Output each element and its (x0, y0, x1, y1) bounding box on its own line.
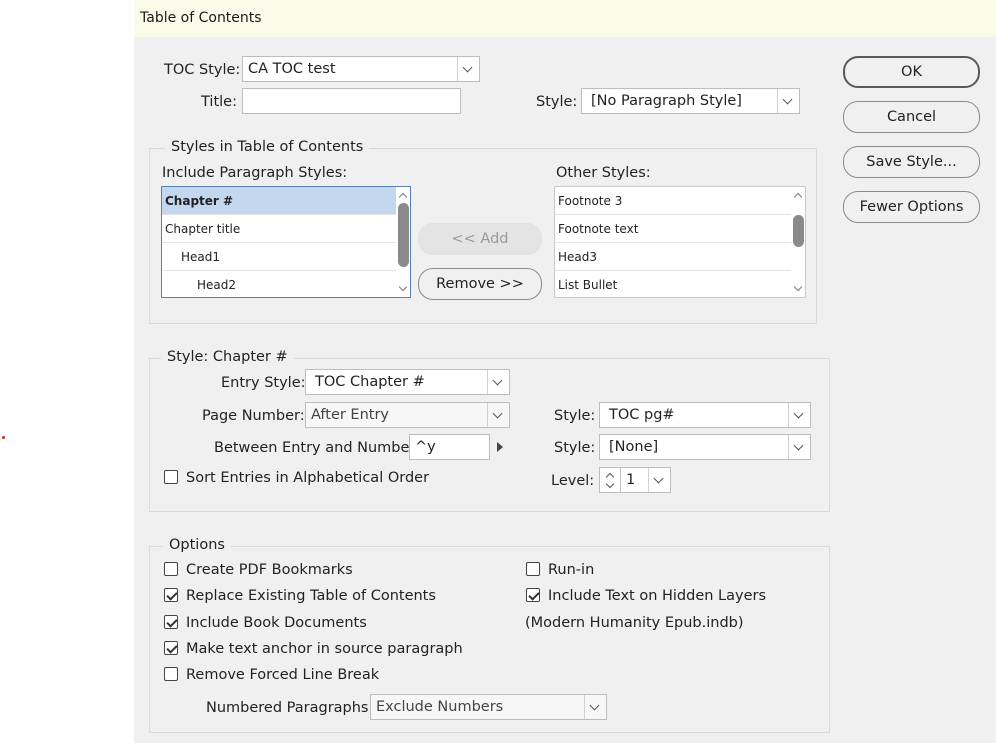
remove-forced-line-break-label: Remove Forced Line Break (186, 667, 380, 683)
text-anchor-label: Make text anchor in source paragraph (186, 641, 463, 657)
save-style-button[interactable]: Save Style... (843, 146, 980, 178)
scroll-down-icon[interactable] (398, 282, 408, 292)
list-item[interactable]: Chapter title (162, 215, 396, 243)
between-style-value: [None] (609, 439, 659, 455)
list-item[interactable]: Head3 (555, 243, 791, 271)
replace-existing-checkbox[interactable] (164, 588, 178, 602)
run-in-checkbox[interactable] (526, 562, 540, 576)
list-item[interactable]: Head2 (162, 271, 396, 297)
other-list-scrollbar[interactable] (791, 187, 805, 297)
list-item[interactable]: Head1 (162, 243, 396, 271)
include-styles-list[interactable]: Chapter # Chapter title Head1 Head2 (161, 186, 411, 298)
create-pdf-bookmarks-label: Create PDF Bookmarks (186, 562, 353, 578)
sort-alphabetical-checkbox[interactable] (164, 470, 178, 484)
between-label: Between Entry and Number: (214, 440, 421, 456)
remove-forced-line-break-checkbox[interactable] (164, 667, 178, 681)
toc-style-value: CA TOC test (248, 61, 336, 77)
chevron-down-icon (457, 57, 479, 81)
list-item[interactable]: List Bullet (555, 271, 791, 297)
hidden-layers-label: Include Text on Hidden Layers (548, 588, 767, 604)
title-style-label: Style: (536, 94, 578, 110)
title-style-dropdown[interactable]: [No Paragraph Style] (581, 88, 800, 114)
add-button[interactable]: << Add (418, 223, 542, 255)
entry-style-dropdown[interactable]: TOC Chapter # (305, 369, 510, 395)
other-styles-list[interactable]: Footnote 3 Footnote text Head3 List Bull… (554, 186, 806, 298)
between-value: ^y (415, 439, 436, 455)
stepper-down-icon[interactable] (605, 479, 615, 489)
page-style-dropdown[interactable]: TOC pg# (599, 402, 811, 428)
chevron-down-icon (648, 468, 670, 492)
scroll-thumb[interactable] (398, 203, 409, 267)
styles-group-title: Styles in Table of Contents (165, 139, 370, 155)
numbered-paragraphs-label: Numbered Paragraphs: (206, 700, 374, 716)
replace-existing-label: Replace Existing Table of Contents (186, 588, 436, 604)
page-number-label: Page Number: (202, 408, 305, 424)
include-list-scrollbar[interactable] (396, 187, 410, 297)
list-item[interactable]: Footnote 3 (555, 187, 791, 215)
list-item[interactable]: Chapter # (162, 187, 396, 215)
chevron-down-icon (584, 695, 606, 719)
sort-alphabetical-label: Sort Entries in Alphabetical Order (186, 470, 430, 486)
scroll-down-icon[interactable] (793, 282, 803, 292)
page-number-value: After Entry (311, 407, 390, 423)
include-styles-label: Include Paragraph Styles: (162, 165, 348, 181)
between-style-label: Style: (554, 440, 596, 456)
window-title: Table of Contents (140, 10, 262, 26)
title-input[interactable] (242, 88, 461, 114)
title-label: Title: (201, 94, 237, 110)
include-book-documents-checkbox[interactable] (164, 615, 178, 629)
book-name-text: (Modern Humanity Epub.indb) (525, 615, 744, 631)
special-characters-icon[interactable] (497, 442, 503, 452)
title-bar: Table of Contents (134, 0, 996, 37)
level-value: 1 (626, 472, 636, 488)
chevron-down-icon (788, 435, 810, 459)
page-style-value: TOC pg# (609, 407, 675, 423)
level-dropdown[interactable]: 1 (620, 467, 671, 493)
ok-button[interactable]: OK (843, 56, 980, 88)
hidden-layers-checkbox[interactable] (526, 588, 540, 602)
toc-dialog: Table of Contents TOC Style: CA TOC test… (134, 0, 996, 743)
scroll-thumb[interactable] (793, 215, 804, 247)
entry-style-value: TOC Chapter # (315, 374, 425, 390)
page-number-dropdown[interactable]: After Entry (305, 402, 510, 428)
create-pdf-bookmarks-checkbox[interactable] (164, 562, 178, 576)
entry-group-title: Style: Chapter # (161, 349, 294, 365)
numbered-paragraphs-value: Exclude Numbers (376, 699, 504, 715)
between-style-dropdown[interactable]: [None] (599, 434, 811, 460)
page-style-label: Style: (554, 408, 596, 424)
scroll-up-icon[interactable] (793, 192, 803, 202)
chevron-down-icon (487, 403, 509, 427)
text-anchor-checkbox[interactable] (164, 641, 178, 655)
other-styles-label: Other Styles: (556, 165, 651, 181)
between-input[interactable]: ^y (409, 434, 490, 460)
run-in-label: Run-in (548, 562, 595, 578)
level-stepper[interactable] (599, 467, 621, 493)
entry-style-label: Entry Style: (221, 375, 306, 391)
chevron-down-icon (777, 89, 799, 113)
title-style-value: [No Paragraph Style] (591, 93, 742, 109)
chevron-down-icon (788, 403, 810, 427)
numbered-paragraphs-dropdown[interactable]: Exclude Numbers (370, 694, 607, 720)
toc-style-dropdown[interactable]: CA TOC test (242, 56, 480, 82)
include-book-documents-label: Include Book Documents (186, 615, 367, 631)
level-label: Level: (551, 473, 595, 489)
list-item[interactable]: Footnote text (555, 215, 791, 243)
cancel-button[interactable]: Cancel (843, 101, 980, 133)
toc-style-label: TOC Style: (164, 62, 241, 78)
remove-button[interactable]: Remove >> (418, 268, 542, 300)
scroll-up-icon[interactable] (398, 192, 408, 202)
chevron-down-icon (487, 370, 509, 394)
red-dot-marker (2, 436, 5, 439)
fewer-options-button[interactable]: Fewer Options (843, 191, 980, 223)
options-group-title: Options (163, 537, 231, 553)
